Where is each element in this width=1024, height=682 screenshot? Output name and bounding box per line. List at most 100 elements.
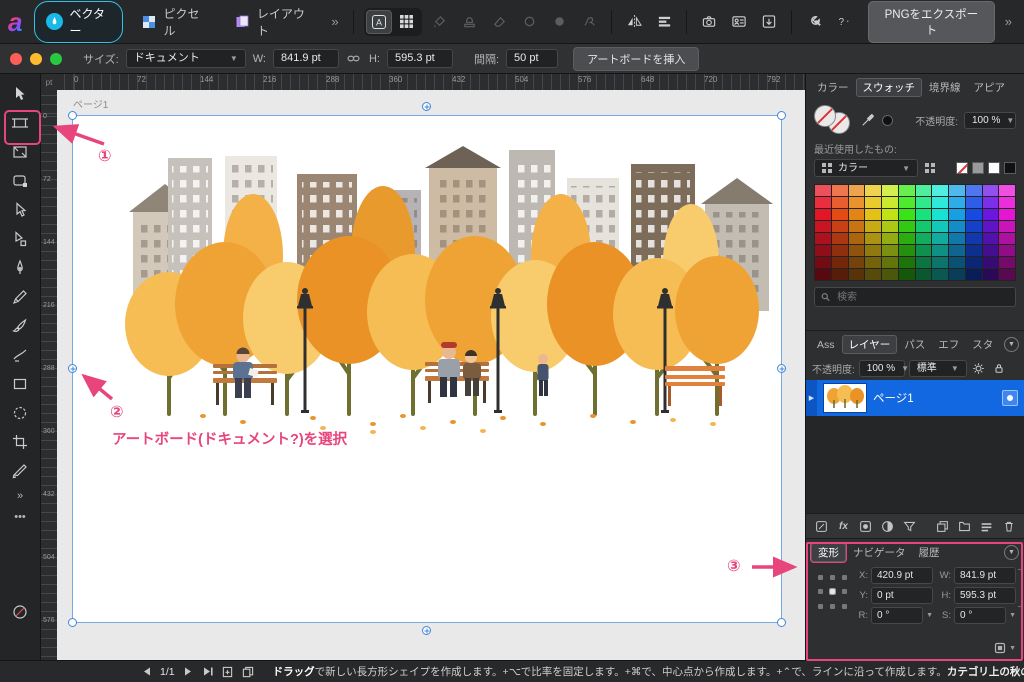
swatch-gray[interactable] [972, 162, 984, 174]
swatch-cell[interactable] [865, 269, 881, 280]
swatch-cell[interactable] [848, 185, 865, 196]
shear-input[interactable]: 0 ° [954, 607, 1007, 624]
eraser-icon[interactable] [488, 10, 512, 34]
swatch-cell[interactable] [982, 245, 999, 256]
swatch-cell[interactable] [949, 245, 965, 256]
swatch-cell[interactable] [898, 209, 915, 220]
swatch-cell[interactable] [965, 233, 982, 244]
duplicate-layer-icon[interactable] [935, 519, 950, 534]
swatch-cell[interactable] [932, 245, 948, 256]
swatch-cell[interactable] [815, 245, 831, 256]
selection-handle-bottom-right[interactable] [777, 618, 786, 627]
swatch-cell[interactable] [831, 257, 848, 268]
alignment-icon[interactable] [652, 10, 676, 34]
next-page-button[interactable] [181, 665, 195, 679]
swatch-cell[interactable] [831, 233, 848, 244]
swatch-cell[interactable] [898, 269, 915, 280]
selection-handle-middle-right[interactable] [777, 364, 786, 373]
tab-styles[interactable]: スタ [966, 335, 999, 354]
swatch-cell[interactable] [999, 185, 1015, 196]
rectangle-tool[interactable] [5, 370, 35, 398]
swatch-cell[interactable] [898, 197, 915, 208]
swatch-cell[interactable] [982, 257, 999, 268]
swatch-cell[interactable] [815, 257, 831, 268]
swatch-cell[interactable] [932, 209, 948, 220]
swatch-cell[interactable] [965, 269, 982, 280]
zoom-window-button[interactable] [50, 52, 62, 65]
node-tool[interactable] [5, 196, 35, 224]
swatch-cell[interactable] [831, 269, 848, 280]
swatch-cell[interactable] [932, 185, 948, 196]
swatch-cell[interactable] [949, 257, 965, 268]
lock-icon[interactable] [991, 361, 1007, 377]
swatch-cell[interactable] [898, 233, 915, 244]
swatch-cell[interactable] [865, 233, 881, 244]
swatch-black[interactable] [1004, 162, 1016, 174]
tab-stroke[interactable]: 境界線 [923, 78, 967, 97]
tab-paths[interactable]: パス [898, 335, 931, 354]
fill-color-well[interactable] [814, 105, 836, 127]
prev-page-button[interactable] [140, 665, 154, 679]
swatch-cell[interactable] [848, 269, 865, 280]
layer-expand-tag[interactable]: ▶ [806, 380, 817, 416]
swatch-cell[interactable] [848, 257, 865, 268]
add-page-icon[interactable] [221, 665, 235, 679]
close-window-button[interactable] [10, 52, 22, 65]
swatch-cell[interactable] [999, 221, 1015, 232]
swatch-cell[interactable] [932, 233, 948, 244]
flip-horizontal-icon[interactable] [622, 10, 646, 34]
swatch-search[interactable] [814, 287, 1016, 307]
swatch-cell[interactable] [965, 209, 982, 220]
tab-assets[interactable]: Ass [811, 337, 841, 353]
swatch-cell[interactable] [815, 197, 831, 208]
chevron-down-icon[interactable]: ▼ [926, 612, 933, 619]
search-input[interactable] [835, 290, 1009, 304]
swatch-cell[interactable] [882, 209, 898, 220]
frame-tool[interactable] [5, 138, 35, 166]
swatch-cell[interactable] [865, 197, 881, 208]
pages-icon[interactable] [241, 665, 255, 679]
grid-icon[interactable] [394, 10, 420, 34]
swatch-cell[interactable] [831, 197, 848, 208]
gear-icon[interactable] [971, 361, 987, 377]
palette-select[interactable]: カラー ▼ [814, 159, 918, 177]
x-input[interactable]: 420.9 pt [871, 567, 933, 584]
swatch-cell[interactable] [949, 185, 965, 196]
swatch-cell[interactable] [815, 233, 831, 244]
eyedropper-icon[interactable] [860, 112, 876, 128]
vector-brush-tool[interactable] [5, 341, 35, 369]
swatch-cell[interactable] [831, 245, 848, 256]
brush-tool[interactable] [5, 312, 35, 340]
export-png-button[interactable]: PNGをエクスポート [867, 0, 995, 43]
transform-origin-button[interactable]: ▼ [994, 642, 1016, 654]
swatch-cell[interactable] [965, 245, 982, 256]
swatch-cell[interactable] [999, 197, 1015, 208]
swatch-cell[interactable] [848, 221, 865, 232]
live-filter-icon[interactable] [902, 519, 917, 534]
move-tool[interactable] [5, 80, 35, 108]
selection-handle-top-right[interactable] [777, 111, 786, 120]
help-icon[interactable]: ? [832, 10, 856, 34]
swatch-cell[interactable] [915, 245, 932, 256]
tab-color[interactable]: カラー [811, 78, 855, 97]
swatch-cell[interactable] [848, 245, 865, 256]
swatch-none[interactable] [956, 162, 968, 174]
swatch-cell[interactable] [999, 245, 1015, 256]
layer-effects-icon[interactable]: fx [836, 519, 851, 534]
swatch-cell[interactable] [898, 257, 915, 268]
burn-icon[interactable] [547, 10, 571, 34]
swatch-cell[interactable] [848, 209, 865, 220]
smudge-icon[interactable] [577, 10, 601, 34]
swatch-cell[interactable] [999, 233, 1015, 244]
wrench-icon[interactable] [802, 10, 826, 34]
swatch-cell[interactable] [848, 197, 865, 208]
swatch-cell[interactable] [831, 209, 848, 220]
artboard[interactable] [68, 102, 786, 635]
artboard-label[interactable]: ページ1 [73, 96, 108, 111]
ruler-unit[interactable]: pt [41, 74, 58, 91]
swatch-cell[interactable] [865, 257, 881, 268]
swatch-cell[interactable] [982, 269, 999, 280]
persona-layout[interactable]: レイアウト [223, 2, 321, 42]
swatch-cell[interactable] [865, 209, 881, 220]
swatch-cell[interactable] [882, 197, 898, 208]
